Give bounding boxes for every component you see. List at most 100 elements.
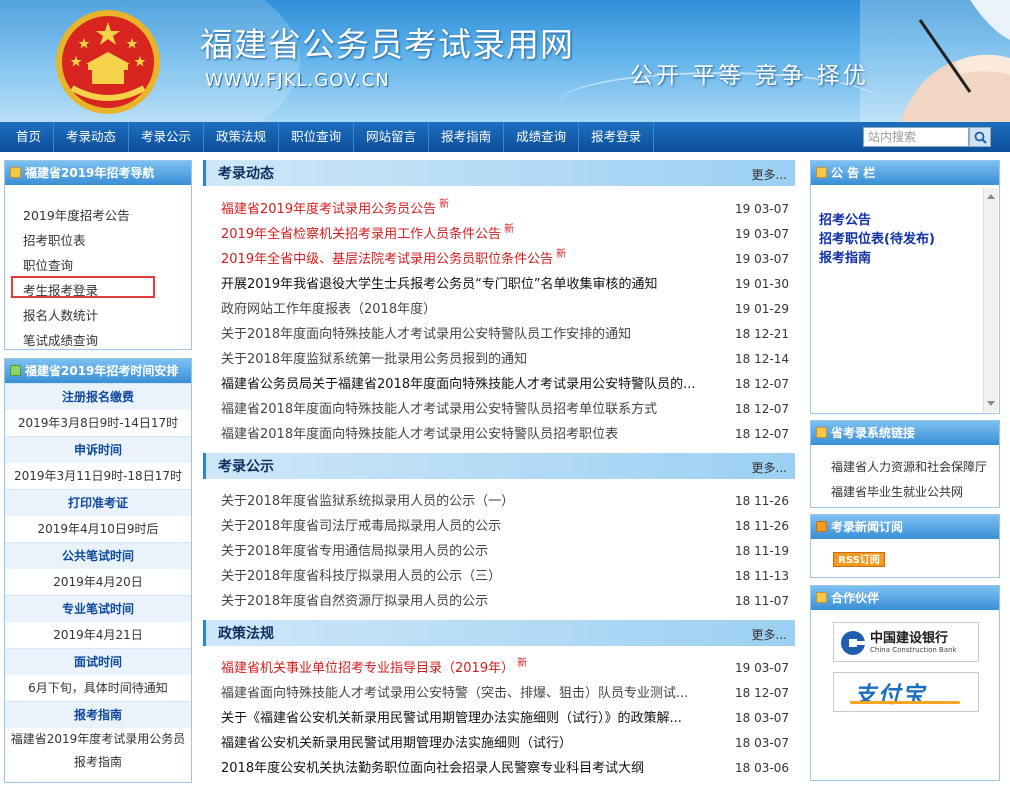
scrollbar[interactable] <box>983 188 998 412</box>
site-search-input[interactable]: 站内搜索 <box>863 127 969 147</box>
nav-score-query[interactable]: 成绩查询 <box>504 122 580 152</box>
news-row[interactable]: 福建省公安机关新录用民警试用期管理办法实施细则（试行） 18 03-07 <box>203 731 795 756</box>
nav-exam-login[interactable]: 报考登录 <box>579 122 655 152</box>
news-row[interactable]: 2019年全省中级、基层法院考试录用公务员职位条件公告新 19 03-07 <box>203 247 795 272</box>
news-row[interactable]: 关于2018年度面向特殊技能人才考试录用公安特警队员工作安排的通知 18 12-2… <box>203 322 795 347</box>
news-row[interactable]: 福建省2018年度面向特殊技能人才考试录用公安特警队员招考职位表 18 12-07 <box>203 422 795 447</box>
rss-header: 考录新闻订阅 <box>811 515 999 539</box>
schedule-value: 2019年3月8日9时-14日17时 <box>17 416 179 430</box>
news-row[interactable]: 2019年全省检察机关招考录用工作人员条件公告新 19 03-07 <box>203 222 795 247</box>
news-title-link[interactable]: 关于2018年度面向特殊技能人才考试录用公安特警队员工作安排的通知 <box>221 322 631 347</box>
more-link[interactable]: 更多... <box>752 166 787 183</box>
news-row[interactable]: 福建省面向特殊技能人才考试录用公安特警（突击、排爆、狙击）队员专业测试... 18… <box>203 681 795 706</box>
link-icon <box>816 427 827 438</box>
news-row[interactable]: 福建省机关事业单位招考专业指导目录（2019年）新 19 03-07 <box>203 656 795 681</box>
bulletin-header: 公 告 栏 <box>811 161 999 185</box>
news-title-link[interactable]: 福建省公安机关新录用民警试用期管理办法实施细则（试行） <box>221 731 572 756</box>
schedule-label[interactable]: 面试时间 <box>5 648 191 675</box>
news-row[interactable]: 关于2018年度省科技厅拟录用人员的公示（三） 18 11-13 <box>203 564 795 589</box>
nav-guestbook[interactable]: 网站留言 <box>354 122 430 152</box>
news-title-link[interactable]: 福建省公务员局关于福建省2018年度面向特殊技能人才考试录用公安特警队员的... <box>221 372 695 397</box>
schedule-label[interactable]: 打印准考证 <box>5 489 191 516</box>
nav-announcements[interactable]: 考录公示 <box>129 122 205 152</box>
nav-exam-guide[interactable]: 报考指南 <box>429 122 505 152</box>
news-row[interactable]: 开展2019年我省退役大学生士兵报考公务员“专门职位”名单收集审核的通知 19 0… <box>203 272 795 297</box>
news-row[interactable]: 关于2018年度省专用通信局拟录用人员的公示 18 11-19 <box>203 539 795 564</box>
calendar-icon <box>10 167 21 178</box>
section-title: 考录公示 <box>218 459 274 475</box>
schedule-value: 6月下旬，具体时间待通知 <box>28 681 168 695</box>
system-links-title: 省考录系统链接 <box>831 426 916 440</box>
news-title-link[interactable]: 关于2018年度监狱系统第一批录用公务员报到的通知 <box>221 347 527 372</box>
news-date: 18 11-26 <box>735 519 789 533</box>
news-title-link[interactable]: 福建省2018年度面向特殊技能人才考试录用公安特警队员招考单位联系方式 <box>221 397 657 422</box>
news-row[interactable]: 关于《福建省公安机关新录用民警试用期管理办法实施细则（试行）》的政策解... 18… <box>203 706 795 731</box>
bulletin-link[interactable]: 报考指南 <box>819 249 999 268</box>
left-nav-applicant-stats[interactable]: 报名人数统计 <box>23 303 191 328</box>
news-date: 18 03-07 <box>735 736 789 750</box>
more-link[interactable]: 更多... <box>752 459 787 476</box>
bulletin-link[interactable]: 招考职位表(待发布) <box>819 230 999 249</box>
schedule-label[interactable]: 公共笔试时间 <box>5 542 191 569</box>
bulletin-link[interactable]: 招考公告 <box>819 211 999 230</box>
news-title-link[interactable]: 福建省2019年度考试录用公务员公告 <box>221 197 436 222</box>
news-date: 18 11-07 <box>735 594 789 608</box>
nav-home[interactable]: 首页 <box>0 122 55 152</box>
exam-schedule-title: 福建省2019年招考时间安排 <box>25 364 179 378</box>
news-row[interactable]: 福建省公务员局关于福建省2018年度面向特殊技能人才考试录用公安特警队员的...… <box>203 372 795 397</box>
schedule-label[interactable]: 专业笔试时间 <box>5 595 191 622</box>
news-row[interactable]: 关于2018年度省监狱系统拟录用人员的公示（一） 18 11-26 <box>203 489 795 514</box>
left-nav-position-table[interactable]: 招考职位表 <box>23 228 191 253</box>
exam-guide-link[interactable]: 福建省2019年度考试录用公务员报考指南 <box>5 728 191 774</box>
news-title-link[interactable]: 2018年度公安机关执法勤务职位面向社会招录人民警察专业科目考试大纲 <box>221 756 644 781</box>
nav-position-search[interactable]: 职位查询 <box>279 122 355 152</box>
partner-icon <box>816 592 827 603</box>
news-title-link[interactable]: 2019年全省中级、基层法院考试录用公务员职位条件公告 <box>221 247 553 272</box>
schedule-label[interactable]: 报考指南 <box>5 701 191 728</box>
schedule-value: 2019年4月20日 <box>53 575 143 589</box>
news-title-link[interactable]: 福建省机关事业单位招考专业指导目录（2019年） <box>221 656 514 681</box>
scroll-down-icon[interactable] <box>987 401 995 406</box>
news-row[interactable]: 2018年度公安机关执法勤务职位面向社会招录人民警察专业科目考试大纲 18 03-… <box>203 756 795 781</box>
bulletin-icon <box>816 167 827 178</box>
news-title-link[interactable]: 关于2018年度省自然资源厅拟录用人员的公示 <box>221 589 488 614</box>
nav-exam-news[interactable]: 考录动态 <box>54 122 130 152</box>
news-row[interactable]: 关于2018年度省司法厅戒毒局拟录用人员的公示 18 11-26 <box>203 514 795 539</box>
news-title-link[interactable]: 福建省2018年度面向特殊技能人才考试录用公安特警队员招考职位表 <box>221 422 618 447</box>
ccb-logo-link[interactable]: 中国建设银行 China Construction Bank <box>833 622 979 662</box>
news-date: 18 11-26 <box>735 494 789 508</box>
news-title-link[interactable]: 关于2018年度省科技厅拟录用人员的公示（三） <box>221 564 501 589</box>
system-link[interactable]: 福建省人力资源和社会保障厅 <box>811 455 999 480</box>
news-row[interactable]: 政府网站工作年度报表（2018年度） 19 01-29 <box>203 297 795 322</box>
left-nav-position-search[interactable]: 职位查询 <box>23 253 191 278</box>
left-nav-announcement[interactable]: 2019年度招考公告 <box>23 203 191 228</box>
news-title-link[interactable]: 福建省面向特殊技能人才考试录用公安特警（突击、排爆、狙击）队员专业测试... <box>221 681 688 706</box>
nav-policies[interactable]: 政策法规 <box>204 122 280 152</box>
news-row[interactable]: 关于2018年度省自然资源厅拟录用人员的公示 18 11-07 <box>203 589 795 614</box>
news-list: 福建省机关事业单位招考专业指导目录（2019年）新 19 03-07 福建省面向特殊… <box>203 656 795 781</box>
news-row[interactable]: 福建省2018年度面向特殊技能人才考试录用公安特警队员招考单位联系方式 18 12… <box>203 397 795 422</box>
alipay-logo-link[interactable]: 支付宝 <box>833 672 979 712</box>
news-title-link[interactable]: 关于2018年度省专用通信局拟录用人员的公示 <box>221 539 488 564</box>
rss-subscribe-button[interactable]: RSS订阅 <box>833 552 885 567</box>
news-date: 18 11-13 <box>735 569 789 583</box>
system-link[interactable]: 福建省毕业生就业公共网 <box>811 480 999 505</box>
scroll-up-icon[interactable] <box>987 194 995 199</box>
schedule-value: 2019年4月21日 <box>53 628 143 642</box>
left-nav-score-query[interactable]: 笔试成绩查询 <box>23 328 191 353</box>
news-title-link[interactable]: 关于2018年度省监狱系统拟录用人员的公示（一） <box>221 489 514 514</box>
schedule-label[interactable]: 注册报名缴费 <box>5 383 191 410</box>
news-title-link[interactable]: 关于《福建省公安机关新录用民警试用期管理办法实施细则（试行）》的政策解... <box>221 706 682 731</box>
more-link[interactable]: 更多... <box>752 626 787 643</box>
search-button[interactable] <box>969 127 991 147</box>
news-row[interactable]: 关于2018年度监狱系统第一批录用公务员报到的通知 18 12-14 <box>203 347 795 372</box>
news-title-link[interactable]: 政府网站工作年度报表（2018年度） <box>221 297 436 322</box>
news-title-link[interactable]: 2019年全省检察机关招考录用工作人员条件公告 <box>221 222 501 247</box>
section-header: 考录公示 更多... <box>203 453 795 479</box>
news-title-link[interactable]: 关于2018年度省司法厅戒毒局拟录用人员的公示 <box>221 514 501 539</box>
news-row[interactable]: 福建省2019年度考试录用公务员公告新 19 03-07 <box>203 197 795 222</box>
schedule-value: 2019年4月10日9时后 <box>37 522 159 536</box>
schedule-label[interactable]: 申诉时间 <box>5 436 191 463</box>
section-exam-news: 考录动态 更多... 福建省2019年度考试录用公务员公告新 19 03-07 20… <box>203 160 795 447</box>
news-title-link[interactable]: 开展2019年我省退役大学生士兵报考公务员“专门职位”名单收集审核的通知 <box>221 272 658 297</box>
